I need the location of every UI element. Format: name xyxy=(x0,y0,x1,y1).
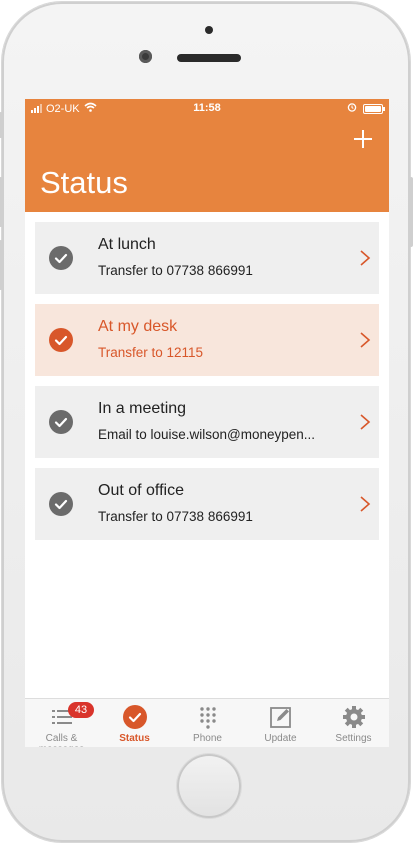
tab-label: Calls & messages xyxy=(39,733,85,747)
status-title: Out of office xyxy=(98,482,184,499)
status-list: At lunch Transfer to 07738 866991 At my … xyxy=(35,222,379,550)
check-circle-icon xyxy=(49,492,73,516)
tab-label: Status xyxy=(119,733,150,744)
proximity-sensor xyxy=(205,26,213,34)
tab-calls-messages[interactable]: 43 Calls & messages xyxy=(25,699,98,747)
alarm-icon xyxy=(347,102,357,115)
volume-up-button xyxy=(0,177,3,227)
status-subtitle: Transfer to 07738 866991 xyxy=(98,263,253,278)
tab-status[interactable]: Status xyxy=(98,699,171,747)
chevron-right-icon xyxy=(360,332,371,348)
chevron-right-icon xyxy=(360,250,371,266)
status-icons xyxy=(347,102,385,115)
status-item-in-a-meeting[interactable]: In a meeting Email to louise.wilson@mone… xyxy=(35,386,379,458)
app-screen: O2-UK 11:58 Status At lunch Transfer to … xyxy=(25,99,389,747)
mute-switch xyxy=(0,112,3,138)
front-camera xyxy=(139,50,152,63)
power-button xyxy=(409,177,413,247)
status-bar: O2-UK 11:58 xyxy=(25,99,389,119)
edit-icon xyxy=(269,707,291,728)
check-circle-icon xyxy=(49,246,73,270)
tab-label: Settings xyxy=(335,733,372,744)
check-circle-icon xyxy=(49,410,73,434)
tab-phone[interactable]: Phone xyxy=(171,699,244,747)
check-circle-icon xyxy=(122,705,147,729)
header-bar: O2-UK 11:58 Status xyxy=(25,99,389,212)
status-item-out-of-office[interactable]: Out of office Transfer to 07738 866991 xyxy=(35,468,379,540)
status-title: In a meeting xyxy=(98,400,187,417)
tab-update[interactable]: Update xyxy=(244,699,317,747)
earpiece-speaker xyxy=(177,54,241,62)
unread-badge: 43 xyxy=(68,702,94,718)
gear-icon xyxy=(342,706,365,728)
add-status-button[interactable] xyxy=(351,127,375,151)
plus-icon xyxy=(354,130,372,148)
tab-label: Update xyxy=(264,733,297,744)
status-item-at-my-desk[interactable]: At my desk Transfer to 12115 xyxy=(35,304,379,376)
home-button[interactable] xyxy=(177,754,241,818)
tab-label: Phone xyxy=(193,733,222,744)
status-subtitle: Email to louise.wilson@moneypen... xyxy=(98,427,316,442)
page-title: Status xyxy=(40,165,128,200)
check-circle-icon xyxy=(49,328,73,352)
status-item-at-lunch[interactable]: At lunch Transfer to 07738 866991 xyxy=(35,222,379,294)
status-title: At lunch xyxy=(98,236,156,253)
volume-down-button xyxy=(0,240,3,290)
keypad-icon xyxy=(199,707,216,729)
status-subtitle: Transfer to 07738 866991 xyxy=(98,509,253,524)
tab-bar: 43 Calls & messages Status Phone Update … xyxy=(25,698,389,747)
status-subtitle: Transfer to 12115 xyxy=(98,345,204,360)
chevron-right-icon xyxy=(360,414,371,430)
battery-icon xyxy=(363,103,385,114)
chevron-right-icon xyxy=(360,496,371,512)
tab-settings[interactable]: Settings xyxy=(317,699,389,747)
clock: 11:58 xyxy=(193,102,221,114)
status-title: At my desk xyxy=(98,318,178,335)
